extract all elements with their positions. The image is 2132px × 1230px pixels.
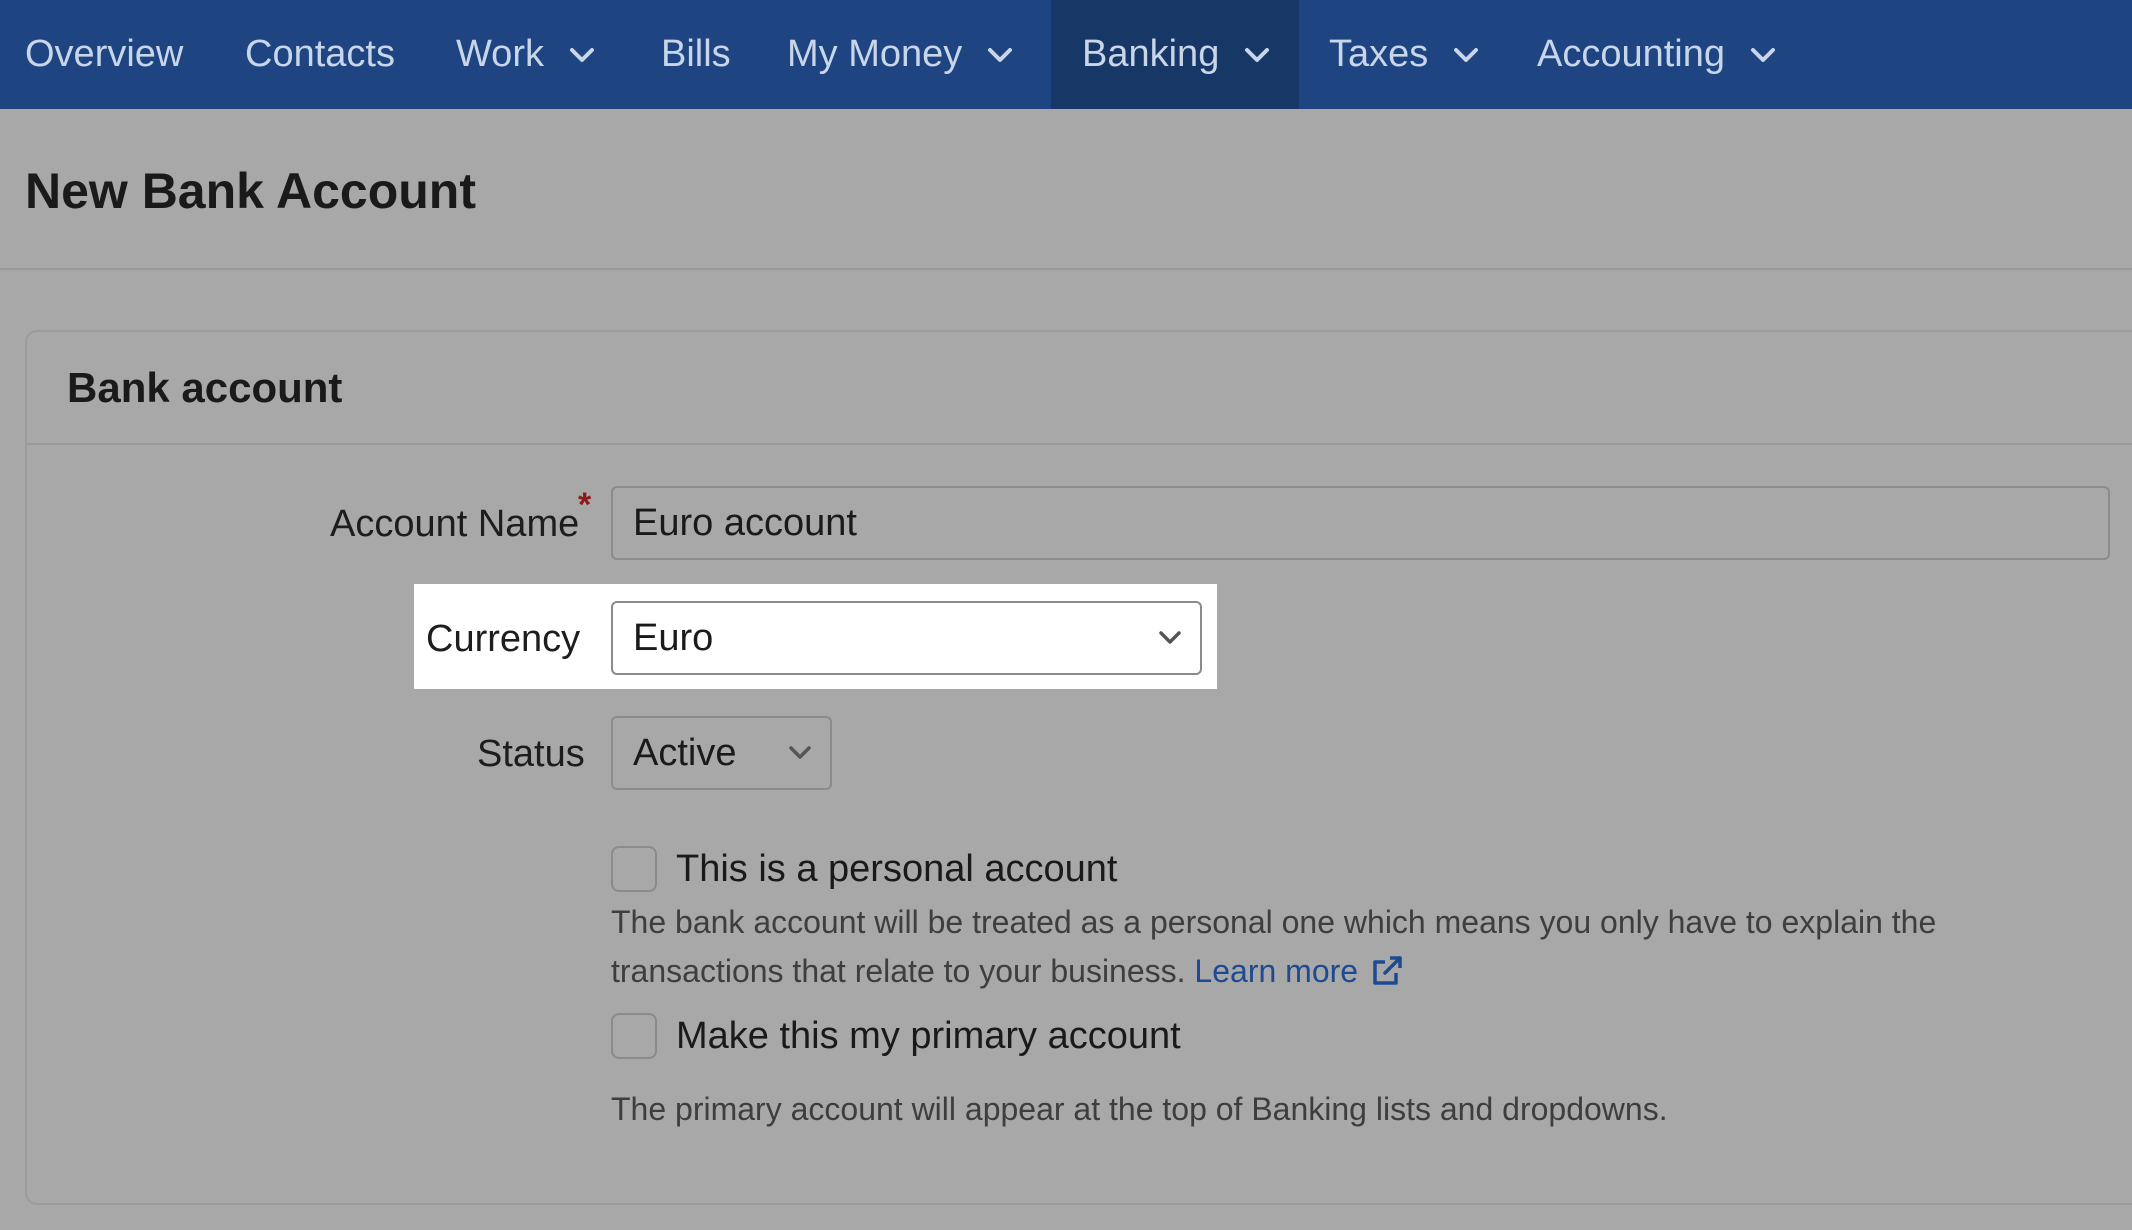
card-header: Bank account <box>27 332 2132 445</box>
chevron-down-icon <box>1243 45 1271 65</box>
account-name-value: Euro account <box>633 501 857 544</box>
card-title: Bank account <box>67 364 343 411</box>
chevron-down-icon <box>1749 45 1777 65</box>
nav-item-label: Work <box>456 33 544 75</box>
currency-select[interactable]: Euro <box>611 601 1202 675</box>
currency-selected-value: Euro <box>633 616 714 659</box>
nav-item-contacts[interactable]: Contacts <box>245 0 395 109</box>
status-label: Status <box>477 733 585 775</box>
required-marker: * <box>578 486 592 524</box>
bank-account-card: Bank account <box>25 330 2132 1205</box>
page-title: New Bank Account <box>25 163 477 219</box>
account-name-label: Account Name <box>330 503 580 545</box>
chevron-down-icon <box>1452 45 1480 65</box>
nav-item-my-money[interactable]: My Money <box>787 0 1014 109</box>
nav-item-banking[interactable]: Banking <box>1051 0 1299 109</box>
account-name-input[interactable]: Euro account <box>611 486 2110 560</box>
primary-account-checkbox[interactable] <box>611 1013 657 1059</box>
status-select[interactable]: Active <box>611 716 832 790</box>
personal-account-label[interactable]: This is a personal account <box>676 848 1117 891</box>
learn-more-label: Learn more <box>1194 953 1359 989</box>
nav-item-label: Banking <box>1082 33 1220 75</box>
nav-item-bills[interactable]: Bills <box>661 0 731 109</box>
personal-account-checkbox[interactable] <box>611 846 657 892</box>
currency-label: Currency <box>426 618 581 660</box>
primary-account-help: The primary account will appear at the t… <box>611 1091 1668 1127</box>
status-selected-value: Active <box>633 731 737 774</box>
page-header: New Bank Account <box>0 109 2132 270</box>
nav-item-taxes[interactable]: Taxes <box>1329 0 1480 109</box>
nav-item-overview[interactable]: Overview <box>25 0 183 109</box>
chevron-down-icon <box>568 45 596 65</box>
chevron-down-icon <box>1158 630 1182 646</box>
learn-more-link[interactable]: Learn more <box>1194 953 1404 989</box>
external-link-icon <box>1370 954 1404 988</box>
nav-item-label: Bills <box>661 33 731 75</box>
chevron-down-icon <box>788 745 812 761</box>
nav-item-label: Taxes <box>1329 33 1429 75</box>
nav-item-accounting[interactable]: Accounting <box>1537 0 1777 109</box>
chevron-down-icon <box>986 45 1014 65</box>
nav-item-work[interactable]: Work <box>456 0 596 109</box>
nav-item-label: Overview <box>25 33 184 75</box>
nav-item-label: My Money <box>787 33 963 75</box>
personal-account-help: The bank account will be treated as a pe… <box>611 898 2011 996</box>
nav-item-label: Contacts <box>245 33 395 75</box>
primary-account-label[interactable]: Make this my primary account <box>676 1015 1181 1058</box>
top-nav: Overview Contacts Work Bills My Money Ba… <box>0 0 2132 109</box>
nav-item-label: Accounting <box>1537 33 1726 75</box>
